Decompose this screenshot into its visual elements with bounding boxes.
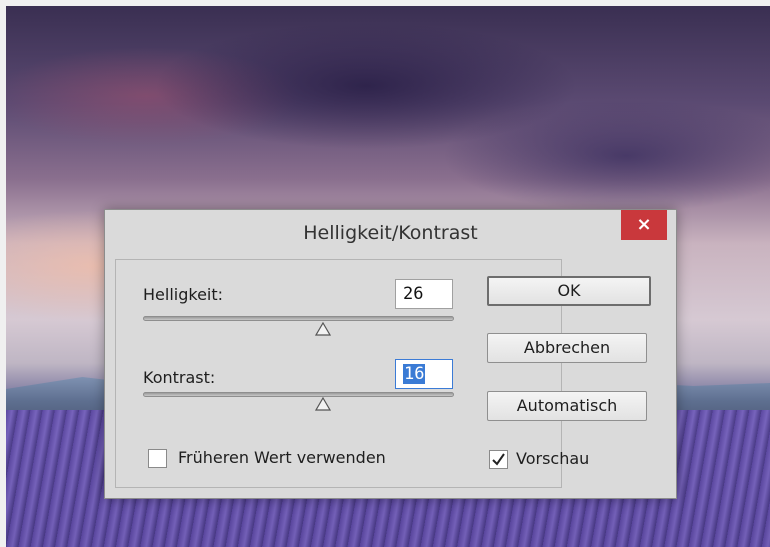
brightness-label: Helligkeit: (143, 285, 224, 304)
close-button[interactable]: × (621, 210, 667, 240)
checkmark-icon (492, 453, 505, 466)
auto-button[interactable]: Automatisch (487, 391, 647, 421)
contrast-label: Kontrast: (143, 368, 216, 387)
brightness-input[interactable]: 26 (395, 279, 453, 309)
dialog-title: Helligkeit/Kontrast (303, 222, 478, 244)
close-icon: × (636, 214, 652, 235)
brightness-contrast-dialog: Helligkeit/Kontrast × Helligkeit: 26 Kon… (104, 209, 677, 499)
contrast-value: 16 (403, 364, 426, 384)
legacy-checkbox[interactable] (148, 449, 167, 468)
brightness-slider-track[interactable] (143, 316, 454, 321)
brightness-slider-thumb[interactable] (315, 322, 332, 336)
preview-checkbox-label[interactable]: Vorschau (516, 449, 589, 468)
preview-checkbox[interactable] (489, 450, 508, 469)
ok-button[interactable]: OK (487, 276, 651, 306)
legacy-checkbox-label[interactable]: Früheren Wert verwenden (178, 448, 386, 467)
contrast-slider-thumb[interactable] (315, 397, 332, 411)
dialog-titlebar[interactable]: Helligkeit/Kontrast × (105, 210, 676, 260)
contrast-slider-track[interactable] (143, 392, 454, 397)
cancel-button[interactable]: Abbrechen (487, 333, 647, 363)
contrast-input[interactable]: 16 (395, 359, 453, 389)
